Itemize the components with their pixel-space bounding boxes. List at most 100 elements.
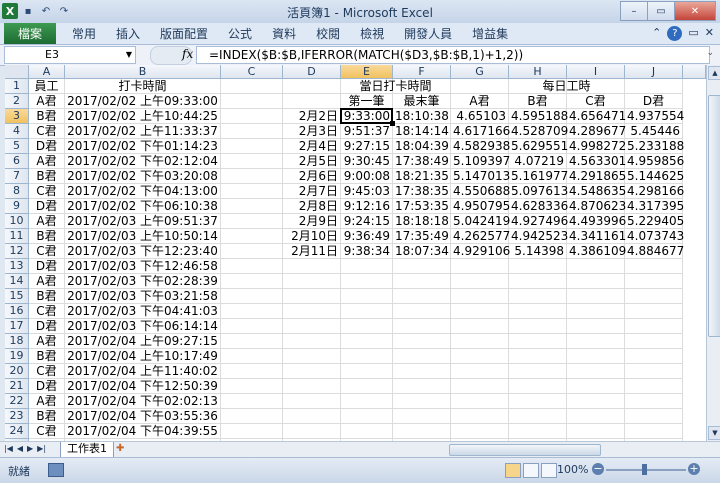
- empty-cell[interactable]: [393, 334, 451, 349]
- cell[interactable]: C君: [29, 124, 65, 139]
- normal-view-button[interactable]: [505, 463, 521, 478]
- row-header[interactable]: 13: [5, 259, 29, 274]
- cell[interactable]: 5.629551: [509, 139, 568, 154]
- empty-cell[interactable]: [451, 274, 509, 289]
- cell[interactable]: 4.628336: [509, 199, 568, 214]
- row-header[interactable]: 21: [5, 379, 29, 394]
- row-header[interactable]: 19: [5, 349, 29, 364]
- cell[interactable]: 每日工時: [451, 79, 683, 94]
- row-header[interactable]: 11: [5, 229, 29, 244]
- empty-cell[interactable]: [625, 424, 683, 439]
- empty-cell[interactable]: [509, 289, 567, 304]
- empty-cell[interactable]: [341, 349, 393, 364]
- empty-cell[interactable]: [283, 274, 341, 289]
- cell[interactable]: 4.595188: [509, 109, 568, 124]
- cell[interactable]: 17:38:49: [393, 154, 451, 169]
- cell[interactable]: 4.998272: [567, 139, 626, 154]
- cell[interactable]: B君: [29, 409, 65, 424]
- cell[interactable]: 4.617166: [451, 124, 510, 139]
- cell[interactable]: 4.386109: [567, 244, 626, 259]
- cell[interactable]: 5.144625: [625, 169, 684, 184]
- empty-cell[interactable]: [341, 409, 393, 424]
- cell[interactable]: 2017/02/04 下午02:02:13: [65, 394, 221, 409]
- prev-sheet-icon[interactable]: ◀: [17, 444, 23, 453]
- empty-cell[interactable]: [509, 349, 567, 364]
- empty-cell[interactable]: [341, 259, 393, 274]
- cell[interactable]: A君: [29, 94, 65, 109]
- empty-cell[interactable]: [221, 184, 283, 199]
- empty-cell[interactable]: [341, 394, 393, 409]
- empty-cell[interactable]: [625, 289, 683, 304]
- cell[interactable]: 9:12:16: [341, 199, 393, 214]
- ribbon-tab[interactable]: 開發人員: [394, 26, 462, 42]
- empty-cell[interactable]: [567, 259, 625, 274]
- empty-cell[interactable]: [567, 289, 625, 304]
- expand-formula-icon[interactable]: ⌄: [706, 48, 714, 58]
- empty-cell[interactable]: [221, 94, 283, 109]
- empty-cell[interactable]: [509, 259, 567, 274]
- cell[interactable]: 4.298166: [625, 184, 684, 199]
- empty-cell[interactable]: [625, 334, 683, 349]
- ribbon-tab[interactable]: 資料: [262, 26, 306, 42]
- empty-cell[interactable]: [221, 349, 283, 364]
- cell[interactable]: 2017/02/04 下午03:55:36: [65, 409, 221, 424]
- ribbon-minimize-icon[interactable]: ⌃: [652, 26, 661, 41]
- cell[interactable]: 17:35:49: [393, 229, 451, 244]
- cell[interactable]: 4.656471: [567, 109, 626, 124]
- empty-cell[interactable]: [221, 409, 283, 424]
- row-header[interactable]: 5: [5, 139, 29, 154]
- cell[interactable]: D君: [625, 94, 683, 109]
- empty-cell[interactable]: [625, 319, 683, 334]
- cell[interactable]: D君: [29, 199, 65, 214]
- empty-cell[interactable]: [625, 364, 683, 379]
- cell[interactable]: C君: [29, 304, 65, 319]
- select-all-corner[interactable]: [5, 65, 29, 79]
- empty-cell[interactable]: [283, 304, 341, 319]
- cell[interactable]: 2017/02/04 上午10:17:49: [65, 349, 221, 364]
- cell[interactable]: 4.317395: [625, 199, 684, 214]
- empty-cell[interactable]: [567, 304, 625, 319]
- cell[interactable]: 4.942523: [509, 229, 568, 244]
- cell[interactable]: 4.929106: [451, 244, 510, 259]
- row-header[interactable]: 14: [5, 274, 29, 289]
- insert-sheet-icon[interactable]: ✚: [116, 443, 134, 455]
- window-close-icon[interactable]: ✕: [705, 26, 714, 41]
- empty-cell[interactable]: [221, 79, 283, 94]
- empty-cell[interactable]: [509, 274, 567, 289]
- empty-cell[interactable]: [221, 304, 283, 319]
- cell[interactable]: 9:24:15: [341, 214, 393, 229]
- empty-cell[interactable]: [283, 79, 341, 94]
- cell[interactable]: 2017/02/04 上午11:40:02: [65, 364, 221, 379]
- cell[interactable]: D君: [29, 259, 65, 274]
- empty-cell[interactable]: [221, 379, 283, 394]
- empty-cell[interactable]: [567, 274, 625, 289]
- cell[interactable]: C君: [29, 244, 65, 259]
- zoom-out-icon[interactable]: −: [592, 463, 604, 475]
- ribbon-tab[interactable]: 公式: [218, 26, 262, 42]
- row-header[interactable]: 22: [5, 394, 29, 409]
- empty-cell[interactable]: [451, 304, 509, 319]
- row-header[interactable]: 10: [5, 214, 29, 229]
- empty-cell[interactable]: [509, 424, 567, 439]
- cell[interactable]: B君: [509, 94, 567, 109]
- empty-cell[interactable]: [451, 349, 509, 364]
- empty-cell[interactable]: [221, 289, 283, 304]
- column-header[interactable]: B: [65, 65, 221, 79]
- empty-cell[interactable]: [221, 394, 283, 409]
- empty-cell[interactable]: [283, 289, 341, 304]
- row-header[interactable]: 20: [5, 364, 29, 379]
- cell[interactable]: 4.550688: [451, 184, 510, 199]
- cell[interactable]: 2017/02/03 上午10:50:14: [65, 229, 221, 244]
- cell[interactable]: 2017/02/02 下午01:14:23: [65, 139, 221, 154]
- row-header[interactable]: 24: [5, 424, 29, 439]
- cell[interactable]: A君: [29, 154, 65, 169]
- cell[interactable]: 4.262577: [451, 229, 510, 244]
- cell[interactable]: 2月9日: [283, 214, 341, 229]
- vertical-scrollbar[interactable]: ▲ ▼: [706, 65, 720, 441]
- empty-cell[interactable]: [509, 334, 567, 349]
- empty-cell[interactable]: [567, 349, 625, 364]
- empty-cell[interactable]: [509, 394, 567, 409]
- empty-cell[interactable]: [393, 289, 451, 304]
- empty-cell[interactable]: [567, 334, 625, 349]
- cell[interactable]: 18:21:35: [393, 169, 451, 184]
